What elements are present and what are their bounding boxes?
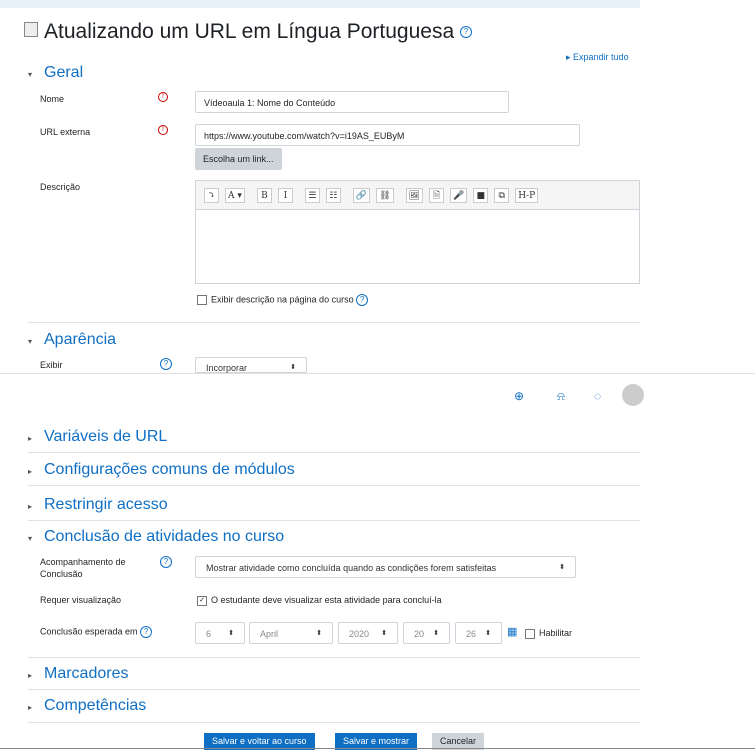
bold-icon[interactable]: B (256, 187, 272, 203)
italic-icon[interactable]: I (277, 187, 293, 203)
help-icon[interactable]: ? (140, 626, 153, 638)
media-icon[interactable]: 🗎 (428, 187, 444, 203)
record-audio-icon[interactable]: 🎤 (449, 187, 468, 203)
chevron-right-icon: ▸ (28, 502, 33, 511)
nome-label: Nome (40, 94, 65, 104)
require-view-label: Requer visualização (40, 595, 122, 605)
section-variaveis-url[interactable]: ▸ Variáveis de URL (28, 428, 167, 446)
help-icon[interactable]: ? (459, 26, 472, 39)
nome-input[interactable]: Vídeoaula 1: Nome do Conteúdo (195, 91, 509, 113)
section-divider (28, 722, 640, 723)
record-video-icon[interactable]: ■ (473, 187, 489, 203)
year-select[interactable]: 2020 ⬍ (338, 622, 398, 644)
help-icon[interactable]: ? (160, 358, 172, 370)
section-divider (28, 485, 640, 486)
language-globe-icon[interactable]: ⊕ (514, 389, 524, 403)
required-icon: ! (158, 125, 168, 135)
section-divider (28, 689, 640, 690)
section-divider (28, 452, 640, 453)
month-select[interactable]: April ⬍ (249, 622, 333, 644)
expected-label: Conclusão esperada em ? (40, 626, 153, 638)
chevron-right-icon: ▸ (28, 467, 33, 476)
chevron-right-icon: ▸ (28, 671, 33, 680)
choose-link-button[interactable]: Escolha um link... (195, 148, 282, 170)
hour-select[interactable]: 20 ⬍ (403, 622, 450, 644)
section-restringir[interactable]: ▸ Restringir acesso (28, 496, 168, 514)
chevron-down-icon: ▾ (28, 534, 33, 543)
require-view-checkbox[interactable]: ✓ (197, 595, 207, 606)
section-marcadores[interactable]: ▸ Marcadores (28, 665, 128, 683)
url-input[interactable]: https://www.youtube.com/watch?v=i19AS_EU… (195, 124, 580, 146)
tracking-select[interactable]: Mostrar atividade como concluída quando … (195, 556, 576, 578)
font-style-icon[interactable]: A ▾ (225, 187, 245, 203)
require-view-option[interactable]: ✓ O estudante deve visualizar esta ativid… (197, 595, 442, 606)
enable-option[interactable]: Habilitar (525, 628, 572, 639)
help-icon[interactable]: ? (160, 556, 172, 568)
calendar-icon[interactable]: ▦ (507, 625, 517, 638)
url-label: URL externa (40, 127, 91, 137)
section-config-comuns[interactable]: ▸ Configurações comuns de módulos (28, 461, 295, 479)
minute-select[interactable]: 26 ⬍ (455, 622, 502, 644)
help-icon[interactable]: ? (356, 294, 369, 306)
numbered-list-icon[interactable]: ☷ (325, 187, 341, 203)
link-icon[interactable]: 🔗 (352, 187, 371, 203)
chevron-down-icon: ▾ (28, 337, 33, 346)
section-divider (28, 322, 640, 323)
unlink-icon[interactable]: ⛓ (376, 187, 394, 203)
image-icon[interactable]: 🖼 (405, 187, 423, 203)
required-icon: ! (158, 92, 168, 102)
show-description-option[interactable]: Exibir descrição na página do curso ? (197, 294, 369, 306)
page-title: Atualizando um URL em Língua Portuguesa … (24, 20, 472, 44)
section-geral[interactable]: ▾ Geral (28, 64, 83, 82)
tracking-label: Acompanhamento de Conclusão (40, 557, 126, 579)
chevron-right-icon: ▸ (28, 434, 33, 443)
section-conclusao[interactable]: ▾ Conclusão de atividades no curso (28, 528, 284, 546)
messages-chat-icon[interactable]: ◌ (594, 389, 601, 403)
descricao-label: Descrição (40, 182, 81, 192)
chevron-right-icon: ▸ (28, 703, 33, 712)
avatar[interactable] (622, 384, 644, 406)
notifications-bell-icon[interactable]: ⍾ (557, 389, 565, 404)
undo-icon[interactable]: ⤵ (204, 187, 219, 203)
manage-files-icon[interactable]: ⧉ (494, 187, 510, 203)
section-competencias[interactable]: ▸ Competências (28, 697, 146, 715)
section-divider (28, 657, 640, 658)
description-editor[interactable] (195, 209, 640, 284)
exibir-label: Exibir (40, 360, 63, 370)
chevron-down-icon: ▾ (28, 70, 33, 79)
enable-checkbox[interactable] (525, 628, 535, 639)
url-module-icon (24, 22, 38, 37)
expand-all-link[interactable]: ▸ Expandir tudo (566, 52, 629, 63)
day-select[interactable]: 6 ⬍ (195, 622, 245, 644)
section-aparencia[interactable]: ▾ Aparência (28, 331, 116, 349)
top-strip (0, 0, 640, 8)
show-description-checkbox[interactable] (197, 295, 207, 305)
bullet-list-icon[interactable]: ☰ (304, 187, 320, 203)
h5p-icon[interactable]: H-P (515, 187, 539, 203)
editor-toolbar: ⤵ A ▾ B I ☰ ☷ 🔗 ⛓ 🖼 🗎 🎤 ■ ⧉ H-P (195, 180, 640, 210)
section-divider (28, 520, 640, 521)
exibir-select[interactable]: Incorporar ⬍ (195, 357, 307, 373)
